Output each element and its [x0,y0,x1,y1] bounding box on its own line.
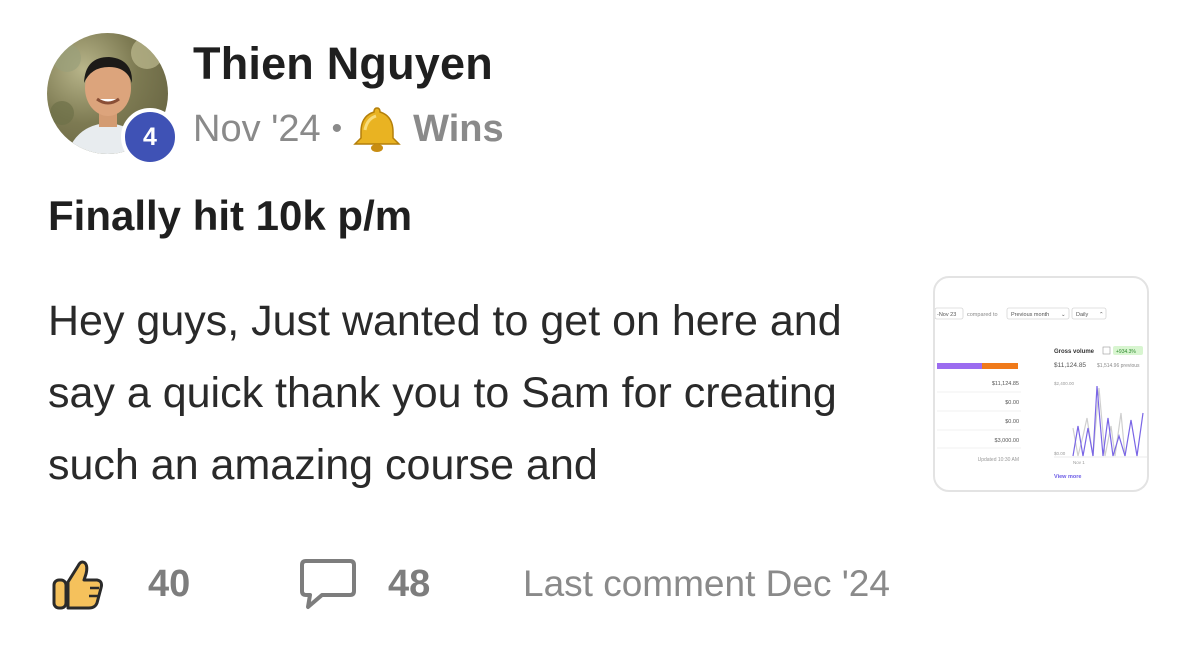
bell-icon [353,107,401,152]
post-date: Nov '24 [193,107,321,150]
value-3: $3,000.00 [995,438,1019,444]
value-2: $0.00 [1005,419,1019,425]
value-1: $0.00 [1005,400,1019,406]
last-comment-time: Last comment Dec '24 [523,563,890,604]
value-0: $11,124.85 [992,381,1019,387]
like-count: 40 [148,562,191,605]
post-body[interactable]: Hey guys, Just wanted to get on here and… [48,285,888,501]
post-footer: 40 48 Last comment Dec '24 [50,555,890,613]
gross-volume-line [1072,385,1144,457]
post-title[interactable]: Finally hit 10k p/m [48,192,412,240]
bar-purple [937,363,982,369]
category-label[interactable]: Wins [413,108,503,151]
comment-count: 48 [388,562,431,605]
compare-option: Previous month [1011,312,1049,318]
level-badge: 4 [121,108,179,166]
like-icon[interactable] [50,556,106,612]
y-axis-bottom: $0.00 [1054,451,1066,456]
y-axis-top: $2,400.00 [1054,381,1075,386]
x-axis-label: Nov 1 [1073,460,1085,465]
interval-option: Daily [1076,312,1088,318]
updated-time: Updated 10:30 AM [978,457,1019,463]
comment-icon[interactable] [298,557,358,611]
stepper-icon: ⌃ [1099,312,1104,318]
view-more-link[interactable]: View more [1054,474,1081,480]
date-range: -Nov 23 [937,312,956,318]
gross-volume-label: Gross volume [1054,349,1095,355]
post-image-thumbnail[interactable]: -Nov 23 compared to Previous month ⌄ Dai… [933,276,1149,492]
bar-orange [982,363,1018,369]
chevron-down-icon: ⌄ [1061,312,1066,318]
meta-separator: • [331,112,343,145]
previous-value: $1,514.96 previous [1097,363,1140,369]
info-icon [1102,346,1111,355]
post-meta: Nov '24 • Wins [193,104,504,154]
gross-volume-value: $11,124.85 [1054,362,1086,369]
compared-to: compared to [967,312,998,318]
gross-volume-change: +934.3% [1116,349,1136,355]
author-name[interactable]: Thien Nguyen [193,38,493,90]
